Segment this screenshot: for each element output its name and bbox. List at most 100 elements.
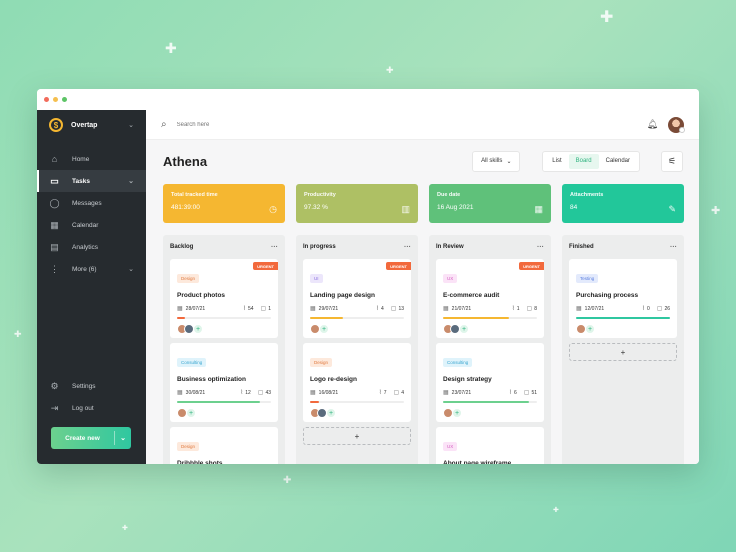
more-horizontal-icon[interactable]: ··· — [271, 244, 278, 251]
add-assignee-button[interactable]: + — [326, 408, 336, 418]
board-column: In Review ··· UX URGENT E-commerce audit ▦ 21/… — [429, 235, 551, 464]
sidebar-item-label: More (6) — [72, 265, 97, 273]
minimize-window-dot[interactable] — [53, 97, 58, 102]
task-progress-bar — [443, 317, 537, 319]
stat-value: 84 — [570, 204, 578, 211]
comment-count: ▢ 26 — [656, 305, 670, 313]
urgent-badge: URGENT — [386, 262, 411, 270]
task-progress-bar — [576, 317, 670, 319]
sidebar-item-settings[interactable]: ⚙ Settings — [37, 375, 146, 397]
comment-count-value: 13 — [398, 305, 404, 312]
task-date: ▦ 16/08/21 — [310, 389, 372, 397]
task-progress-fill — [443, 401, 530, 403]
task-progress-fill — [310, 401, 320, 403]
main-content: ⌕ 🔔︎ Athena All skills ⌄ ListBoardCalend… — [146, 110, 699, 464]
comment-icon: ▢ — [393, 390, 400, 396]
stat-card: Due date 16 Aug 2021 ▦ — [429, 184, 551, 223]
assignees: + — [177, 408, 271, 418]
add-assignee-button[interactable]: + — [459, 324, 469, 334]
view-tab-calendar[interactable]: Calendar — [599, 154, 637, 169]
workspace-name: Overtap — [71, 121, 98, 129]
comment-count: ▢ 13 — [391, 305, 404, 313]
view-tab-board[interactable]: Board — [568, 153, 599, 169]
add-assignee-button[interactable]: + — [193, 324, 203, 334]
user-avatar[interactable] — [668, 116, 685, 133]
add-card-button[interactable]: + — [303, 427, 411, 445]
home-icon: ⌂ — [51, 154, 58, 164]
close-window-dot[interactable] — [44, 97, 49, 102]
sidebar-item-home[interactable]: ⌂ Home — [37, 148, 146, 170]
comment-icon: ▢ — [656, 306, 663, 312]
task-meta: ▦ 30/08/21 ⌇ 12 ▢ 43 — [177, 389, 271, 397]
task-card[interactable]: Testing Purchasing process ▦ 12/07/21 ⌇ 0 ▢ 26 + — [569, 259, 677, 338]
attachment-count: ⌇ 6 — [509, 389, 517, 397]
more-horizontal-icon[interactable]: ··· — [670, 244, 677, 251]
add-assignee-button[interactable]: + — [452, 408, 462, 418]
paperclip-icon: ⌇ — [511, 306, 515, 312]
task-card[interactable]: Design Dribbble shots — [170, 427, 278, 464]
search-icon: ⌕ — [161, 119, 167, 130]
comment-icon: ▢ — [526, 306, 533, 312]
stat-card: Attachments 84 ✎ — [562, 184, 684, 223]
task-progress-bar — [310, 317, 404, 319]
task-meta: ▦ 21/07/21 ⌇ 1 ▢ 8 — [443, 305, 537, 313]
chevron-down-icon[interactable]: ⌄ — [115, 434, 131, 442]
skills-dropdown[interactable]: All skills ⌄ — [472, 150, 521, 172]
assignees: + — [310, 408, 404, 418]
calendar-icon: ▦ — [576, 306, 582, 312]
paperclip-icon: ⌇ — [378, 390, 382, 396]
skills-dropdown-label: All skills — [481, 158, 503, 164]
column-title: In Review — [436, 244, 464, 250]
filter-settings-button[interactable]: ⚟ — [661, 150, 683, 172]
more-horizontal-icon[interactable]: ··· — [404, 244, 411, 251]
task-progress-fill — [177, 401, 260, 403]
task-date-value: 28/07/21 — [185, 305, 206, 312]
sparkle-decoration: ✚ — [14, 329, 22, 339]
add-assignee-button[interactable]: + — [186, 408, 196, 418]
create-new-button[interactable]: Create new ⌄ — [51, 427, 131, 449]
top-bar: ⌕ 🔔︎ — [146, 110, 699, 140]
comment-count-value: 4 — [401, 389, 404, 396]
task-card[interactable]: UX About page wireframe — [436, 427, 544, 464]
task-card[interactable]: Consulting Design strategy ▦ 23/07/21 ⌇ 6 ▢ 51 + — [436, 343, 544, 422]
add-assignee-button[interactable]: + — [585, 324, 595, 334]
task-date-value: 21/07/21 — [451, 305, 472, 312]
chart-icon: ▥ — [401, 204, 410, 214]
task-card[interactable]: Design Logo re-design ▦ 16/08/21 ⌇ 7 ▢ 4 + — [303, 343, 411, 422]
sidebar-item-messages[interactable]: ◯ Messages — [37, 192, 146, 214]
sidebar-item-label: Home — [72, 155, 90, 163]
task-progress-fill — [576, 317, 670, 319]
sidebar-item-analytics[interactable]: ▤ Analytics — [37, 236, 146, 258]
more-horizontal-icon[interactable]: ··· — [537, 244, 544, 251]
sidebar-item-label: Tasks — [72, 177, 90, 185]
sidebar-item-calendar[interactable]: ▦ Calendar — [37, 214, 146, 236]
chevron-down-icon: ⌄ — [506, 158, 512, 165]
view-tab-list[interactable]: List — [545, 154, 568, 169]
task-date: ▦ 12/07/21 — [576, 305, 635, 313]
sparkle-decoration: ✚ — [711, 205, 721, 217]
bell-icon[interactable]: 🔔︎ — [647, 119, 658, 130]
add-card-button[interactable]: + — [569, 343, 677, 361]
stat-card: Productivity 97.32 % ▥ — [296, 184, 418, 223]
sidebar-item-log-out[interactable]: ⇥ Log out — [37, 397, 146, 419]
task-card[interactable]: UI URGENT Landing page design ▦ 29/07/21 ⌇ 4 ▢ 1… — [303, 259, 411, 338]
dollar-logo-icon: $ — [49, 118, 63, 132]
sidebar-item-label: Messages — [72, 199, 102, 207]
maximize-window-dot[interactable] — [62, 97, 67, 102]
stat-value: 16 Aug 2021 — [437, 204, 474, 211]
task-card[interactable]: UX URGENT E-commerce audit ▦ 21/07/21 ⌇ 1 ▢ 8 + — [436, 259, 544, 338]
sidebar-item-more-6[interactable]: ⋮ More (6) ⌄ — [37, 258, 146, 280]
task-date-value: 30/08/21 — [185, 389, 206, 396]
workspace-switcher[interactable]: $ Overtap ⌄ — [37, 110, 146, 140]
task-meta: ▦ 29/07/21 ⌇ 4 ▢ 13 — [310, 305, 404, 313]
attachment-count: ⌇ 4 — [376, 305, 384, 313]
task-tag: UI — [310, 274, 323, 283]
search-input[interactable] — [176, 121, 637, 128]
add-assignee-button[interactable]: + — [319, 324, 329, 334]
column-title: In progress — [303, 244, 336, 250]
sidebar-item-label: Settings — [72, 382, 96, 390]
task-card[interactable]: Consulting Business optimization ▦ 30/08/21… — [170, 343, 278, 422]
task-date: ▦ 30/08/21 — [177, 389, 233, 397]
sidebar-item-tasks[interactable]: ▭ Tasks ⌄ — [37, 170, 146, 192]
task-card[interactable]: Design URGENT Product photos ▦ 28/07/21 ⌇ 54 ▢ 1… — [170, 259, 278, 338]
